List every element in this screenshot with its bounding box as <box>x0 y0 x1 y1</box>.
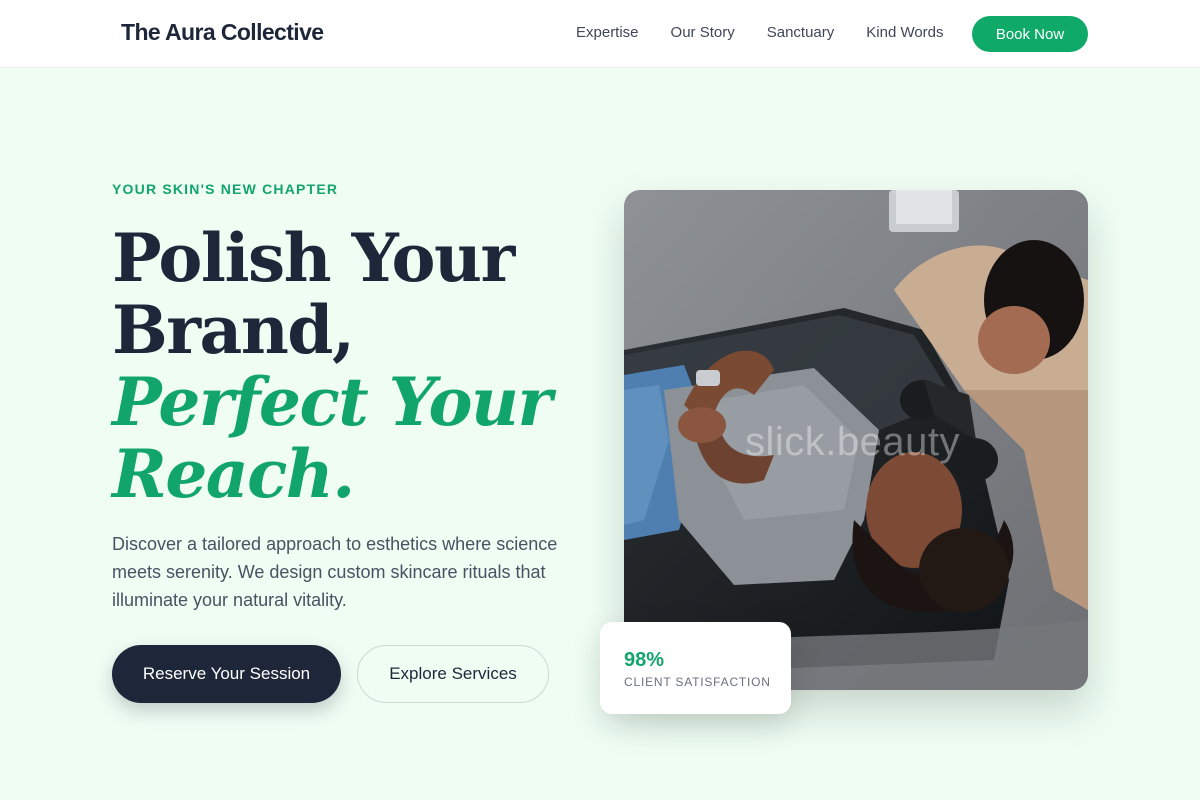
explore-services-button[interactable]: Explore Services <box>357 645 549 703</box>
nav-link-expertise[interactable]: Expertise <box>576 24 639 41</box>
reserve-session-button[interactable]: Reserve Your Session <box>112 645 341 703</box>
headline-line-2: Brand, <box>112 291 355 369</box>
nav-link-kind-words[interactable]: Kind Words <box>866 24 943 41</box>
satisfaction-label: CLIENT SATISFACTION <box>624 675 771 689</box>
photo-watermark: slick.beauty <box>745 420 960 464</box>
headline-accent-line-1: Perfect Your <box>112 363 552 441</box>
hero-eyebrow: YOUR SKIN'S NEW CHAPTER <box>112 181 339 197</box>
hero-description: Discover a tailored approach to esthetic… <box>112 534 558 610</box>
hero-headline: Polish Your Brand, Perfect Your Reach. <box>112 222 592 510</box>
nav-links: Expertise Our Story Sanctuary Kind Words <box>576 24 944 41</box>
nav-link-sanctuary[interactable]: Sanctuary <box>767 24 835 41</box>
book-now-button[interactable]: Book Now <box>972 16 1088 52</box>
satisfaction-card: 98% CLIENT SATISFACTION <box>600 622 791 714</box>
satisfaction-value: 98% <box>624 649 665 671</box>
navbar: The Aura Collective Expertise Our Story … <box>0 0 1200 68</box>
brand-logo[interactable]: The Aura Collective <box>121 19 324 46</box>
nav-link-our-story[interactable]: Our Story <box>671 24 735 41</box>
headline-line-1: Polish Your <box>112 219 515 297</box>
headline-accent-line-2: Reach. <box>112 435 355 513</box>
